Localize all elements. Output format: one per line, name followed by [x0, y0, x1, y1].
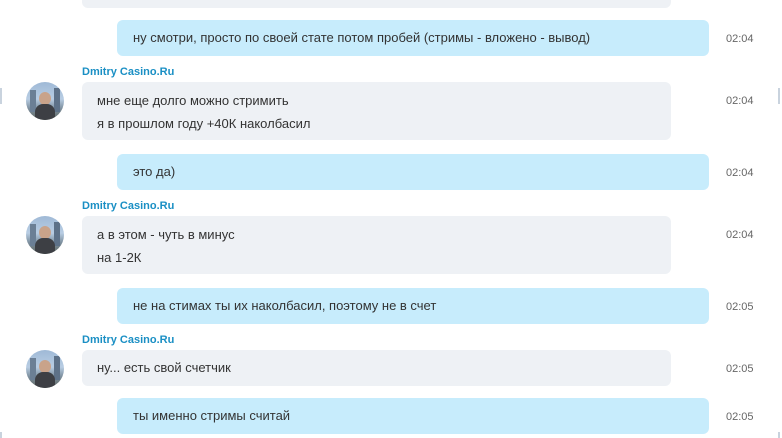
- chat-history[interactable]: ну смотри, просто по своей стате потом п…: [0, 0, 782, 438]
- message-text: ты именно стримы считай: [133, 408, 291, 423]
- contact-avatar[interactable]: [26, 82, 64, 120]
- message-text: ну... есть свой счетчик: [97, 360, 231, 375]
- contact-avatar[interactable]: [26, 350, 64, 388]
- message-text: это да): [133, 164, 176, 179]
- message-text: на 1-2К: [97, 250, 142, 265]
- message-timestamp: 02:05: [726, 363, 754, 375]
- message-bubble-partial: [82, 0, 671, 8]
- message-timestamp: 02:04: [726, 95, 754, 107]
- outgoing-message-bubble[interactable]: это да): [117, 154, 709, 190]
- sender-name[interactable]: Dmitry Casino.Ru: [82, 334, 174, 347]
- outgoing-message-bubble[interactable]: не на стимах ты их наколбасил, поэтому н…: [117, 288, 709, 324]
- message-timestamp: 02:05: [726, 411, 754, 423]
- scroll-edge-marker-right: [778, 88, 780, 104]
- message-text: мне еще долго можно стримить: [97, 93, 289, 108]
- message-text: а в этом - чуть в минус: [97, 227, 235, 242]
- scroll-edge-marker-right: [778, 432, 780, 438]
- scroll-edge-marker-left: [0, 432, 2, 438]
- sender-name[interactable]: Dmitry Casino.Ru: [82, 200, 174, 213]
- message-timestamp: 02:04: [726, 229, 754, 241]
- outgoing-message-bubble[interactable]: ты именно стримы считай: [117, 398, 709, 434]
- message-text: не на стимах ты их наколбасил, поэтому н…: [133, 298, 437, 313]
- incoming-message-bubble[interactable]: мне еще долго можно стримить я в прошлом…: [82, 82, 671, 140]
- sender-name[interactable]: Dmitry Casino.Ru: [82, 66, 174, 79]
- message-text: я в прошлом году +40К наколбасил: [97, 116, 311, 131]
- incoming-message-bubble[interactable]: а в этом - чуть в минус на 1-2К: [82, 216, 671, 274]
- contact-avatar[interactable]: [26, 216, 64, 254]
- scroll-edge-marker-left: [0, 88, 2, 104]
- incoming-message-bubble[interactable]: ну... есть свой счетчик: [82, 350, 671, 386]
- outgoing-message-bubble[interactable]: ну смотри, просто по своей стате потом п…: [117, 20, 709, 56]
- message-timestamp: 02:04: [726, 167, 754, 179]
- message-text: ну смотри, просто по своей стате потом п…: [133, 30, 591, 45]
- message-timestamp: 02:04: [726, 33, 754, 45]
- message-timestamp: 02:05: [726, 301, 754, 313]
